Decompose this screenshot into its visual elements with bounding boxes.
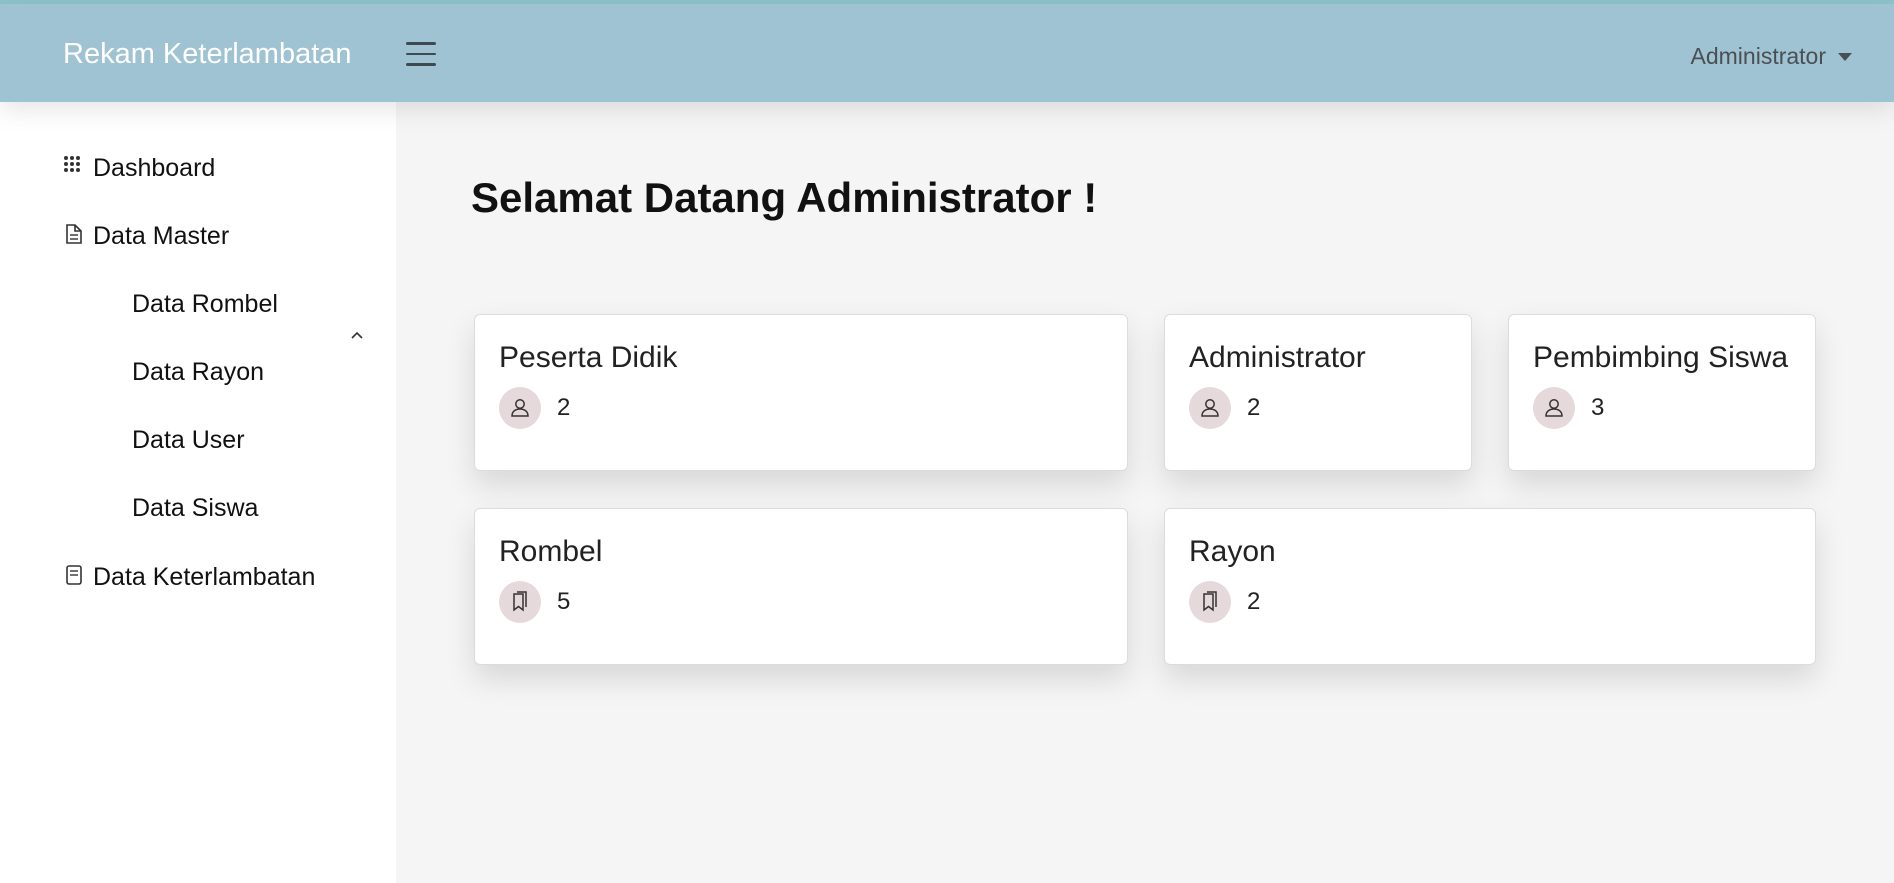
stat-card-rombel[interactable]: Rombel 5 [474, 508, 1128, 665]
bookmarks-icon [513, 591, 527, 612]
grid-icon [64, 155, 80, 172]
sidebar-item-data-user[interactable]: Data User [132, 426, 245, 455]
sidebar-item-data-siswa[interactable]: Data Siswa [132, 494, 258, 523]
card-count: 5 [557, 588, 571, 615]
card-title: Peserta Didik [499, 341, 678, 374]
stat-card-rayon[interactable]: Rayon 2 [1164, 508, 1816, 665]
caret-down-icon [1838, 52, 1852, 61]
card-title: Pembimbing Siswa [1533, 341, 1789, 374]
sidebar-item-label: Data Master [93, 222, 230, 250]
sidebar-toggle-button[interactable] [406, 42, 438, 70]
sidebar-item-data-keterlambatan[interactable]: Data Keterlambatan [63, 563, 315, 592]
card-title: Rombel [499, 535, 603, 568]
sidebar-item-data-master[interactable]: Data Master [63, 222, 229, 251]
person-icon [1545, 399, 1563, 417]
file-text-icon [66, 223, 82, 244]
stat-card-peserta-didik[interactable]: Peserta Didik 2 [474, 314, 1128, 471]
card-title: Administrator [1189, 341, 1366, 374]
chevron-up-icon[interactable] [350, 330, 364, 340]
sidebar-item-label: Dashboard [93, 154, 216, 182]
hamburger-icon [406, 42, 436, 45]
card-count: 2 [557, 394, 571, 421]
person-icon [511, 399, 529, 417]
sidebar-item-dashboard[interactable]: Dashboard [63, 154, 215, 183]
sidebar: Dashboard Data Master Data Rombel Data R… [0, 102, 396, 883]
card-count: 3 [1591, 394, 1605, 421]
stat-card-administrator[interactable]: Administrator 2 [1164, 314, 1472, 471]
sidebar-item-data-rombel[interactable]: Data Rombel [132, 290, 278, 319]
stat-card-pembimbing-siswa[interactable]: Pembimbing Siswa 3 [1508, 314, 1816, 471]
bookmarks-icon [1203, 591, 1217, 612]
brand-title[interactable]: Rekam Keterlambatan [63, 38, 352, 71]
card-count: 2 [1247, 394, 1261, 421]
page-title: Selamat Datang Administrator ! [471, 174, 1098, 221]
sidebar-item-label: Data Keterlambatan [93, 563, 316, 591]
document-icon [66, 564, 82, 585]
user-dropdown[interactable]: Administrator [1691, 43, 1852, 70]
person-icon [1201, 399, 1219, 417]
card-title: Rayon [1189, 535, 1276, 568]
user-menu-label: Administrator [1690, 43, 1826, 69]
sidebar-item-data-rayon[interactable]: Data Rayon [132, 358, 264, 387]
card-count: 2 [1247, 588, 1261, 615]
top-navbar: Rekam Keterlambatan Administrator [0, 4, 1894, 102]
